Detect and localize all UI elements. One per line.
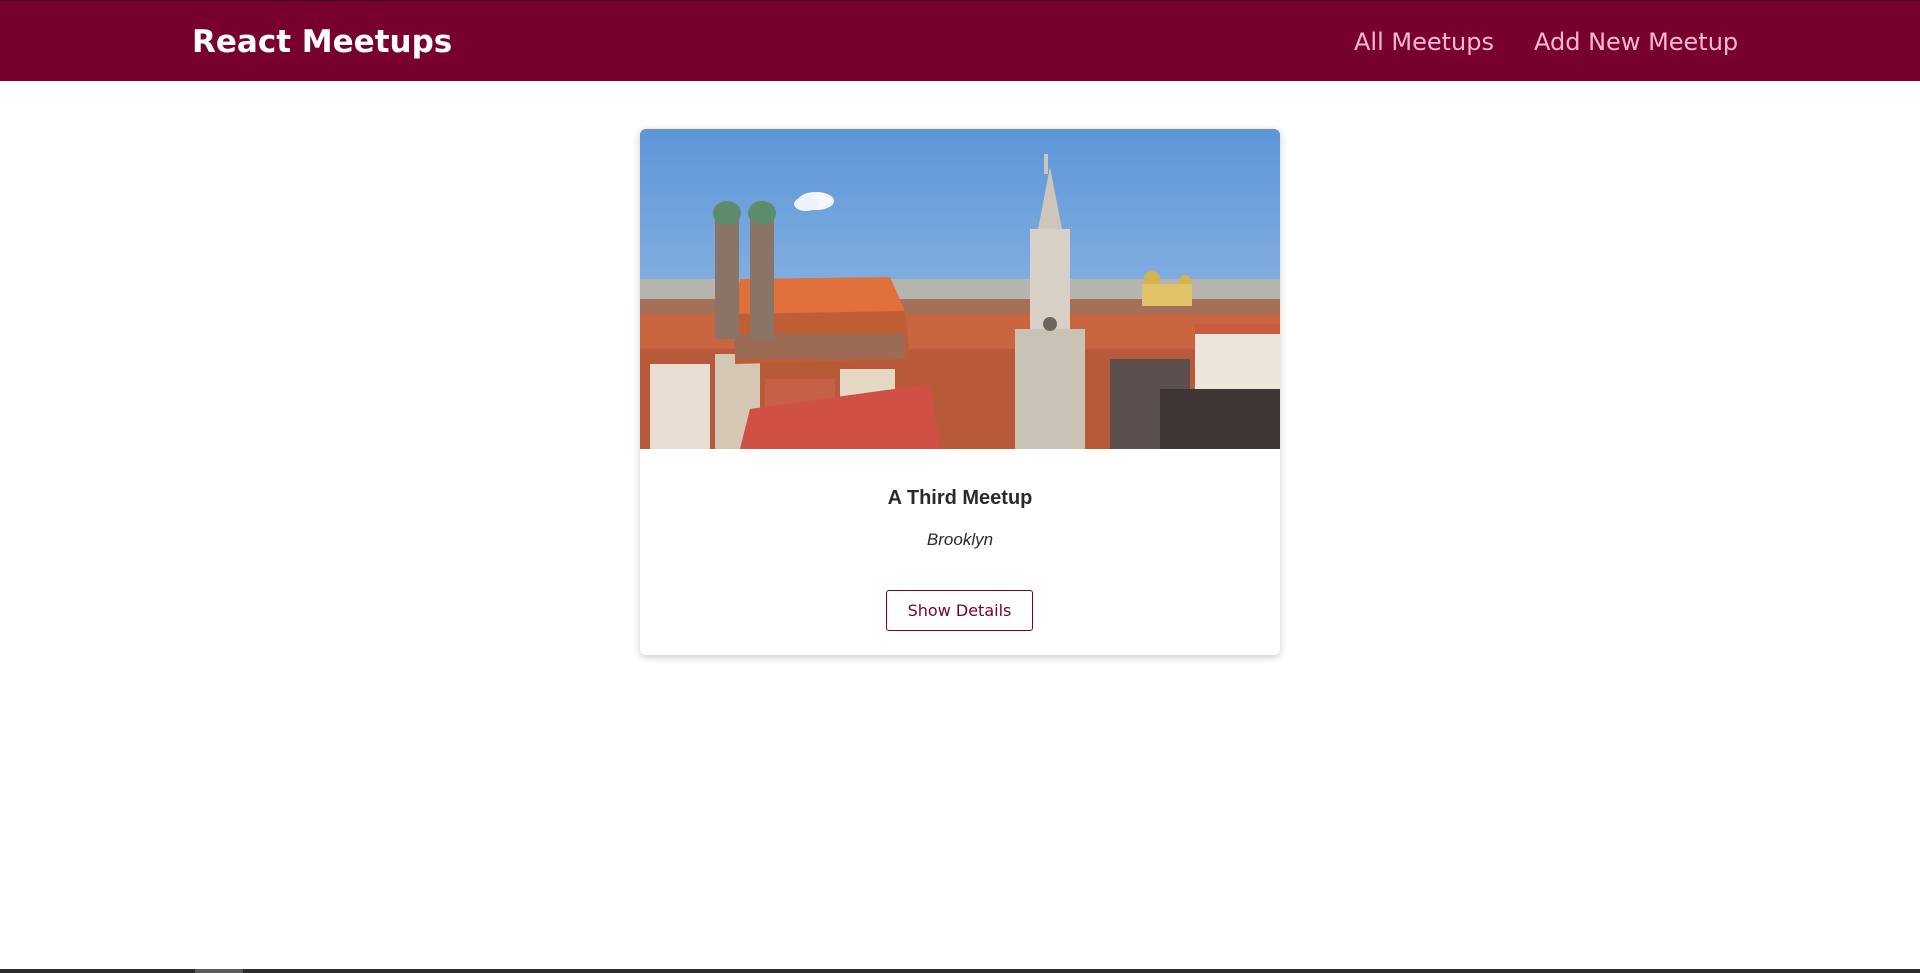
nav-all-meetups[interactable]: All Meetups: [1354, 26, 1494, 58]
city-skyline-illustration: [640, 129, 1280, 449]
main-navigation: All Meetups Add New Meetup: [0, 1, 1920, 82]
horizontal-scrollbar[interactable]: [0, 969, 1920, 973]
nav-add-new-meetup[interactable]: Add New Meetup: [1534, 26, 1738, 58]
scrollbar-thumb[interactable]: [195, 969, 243, 973]
meetup-image: [640, 129, 1280, 449]
meetup-card: [640, 129, 1280, 655]
meetup-title: A Third Meetup: [887, 487, 1033, 509]
meetup-address: Brooklyn: [926, 530, 994, 549]
show-details-button[interactable]: Show Details: [886, 590, 1033, 631]
main-header: React Meetups All Meetups Add New Meetup: [0, 0, 1920, 81]
